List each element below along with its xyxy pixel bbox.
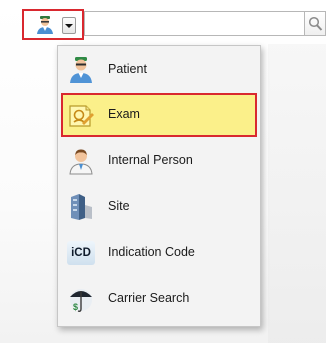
menu-item-carrier-search[interactable]: $ Carrier Search [61, 277, 257, 321]
search-icon [308, 16, 323, 31]
search-button[interactable] [304, 11, 326, 36]
svg-text:$: $ [73, 302, 78, 312]
patient-icon [67, 56, 95, 84]
menu-item-internal-person[interactable]: Internal Person [61, 139, 257, 183]
menu-item-exam[interactable]: Exam [61, 93, 257, 137]
search-toolbar [0, 0, 326, 44]
menu-item-label: Site [108, 199, 130, 213]
site-icon [67, 193, 95, 221]
search-input[interactable] [84, 11, 304, 36]
menu-item-label: Exam [108, 107, 140, 121]
internal-person-icon [67, 147, 95, 175]
background-area [268, 44, 326, 343]
icd-icon-text: iCD [67, 241, 95, 265]
icd-icon: iCD [67, 239, 95, 267]
search-type-selector[interactable] [22, 9, 84, 40]
doctor-person-icon [35, 15, 55, 35]
menu-item-patient[interactable]: Patient [61, 48, 257, 92]
exam-icon [67, 101, 95, 129]
menu-item-label: Patient [108, 62, 147, 76]
search-type-menu: Patient Exam Internal Person Site iCD In… [57, 45, 261, 327]
menu-item-indication-code[interactable]: iCD Indication Code [61, 231, 257, 275]
menu-item-site[interactable]: Site [61, 185, 257, 229]
carrier-search-icon: $ [67, 285, 95, 313]
chevron-down-icon[interactable] [62, 17, 76, 34]
menu-item-label: Indication Code [108, 245, 195, 259]
menu-item-label: Internal Person [108, 153, 193, 167]
menu-item-label: Carrier Search [108, 291, 190, 305]
